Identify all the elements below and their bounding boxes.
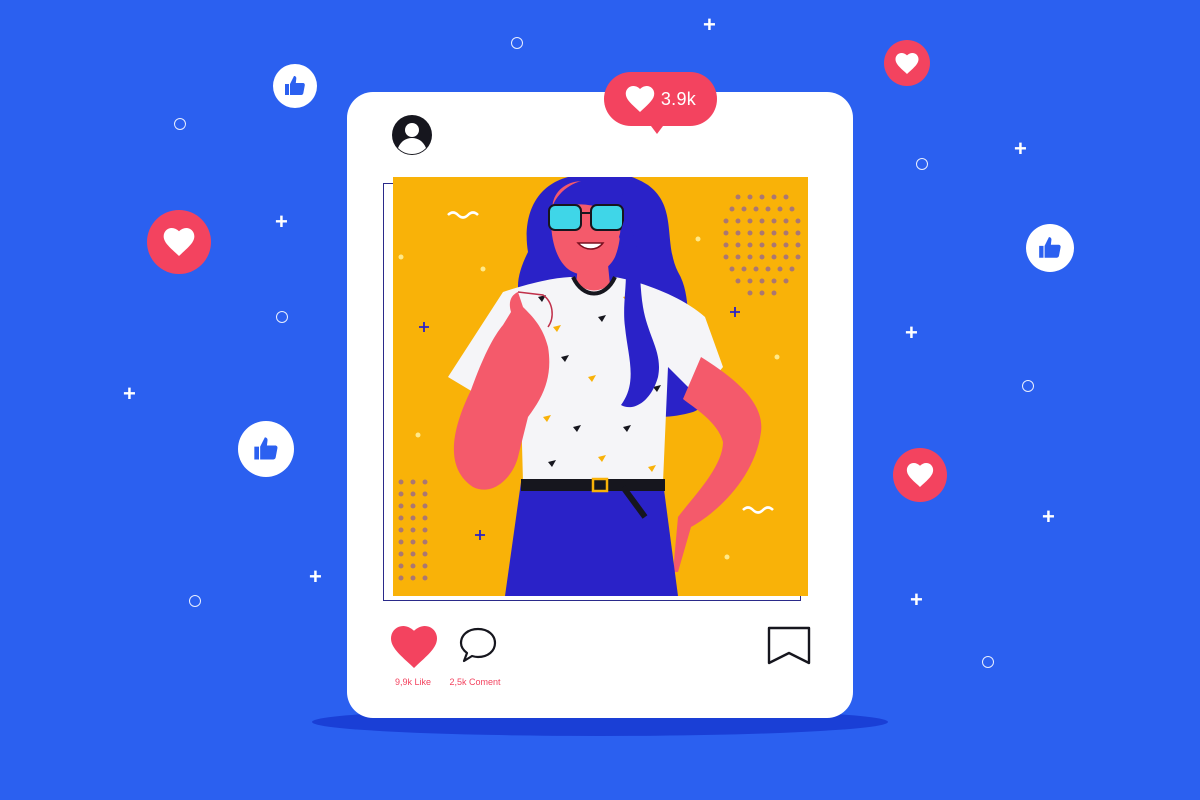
heart-badge xyxy=(147,210,211,274)
speech-bubble-icon xyxy=(459,627,497,663)
thumbs-up-icon xyxy=(1039,237,1061,258)
decor-plus: + xyxy=(1042,504,1055,529)
user-avatar-icon[interactable] xyxy=(391,114,433,156)
thumbs-up-icon xyxy=(285,76,305,95)
like-notification-bubble: 3.9k xyxy=(604,72,717,126)
comment-count-label: 2,5k Coment xyxy=(449,677,501,687)
decor-ring xyxy=(276,311,288,323)
post-photo[interactable] xyxy=(393,177,808,596)
like-button[interactable] xyxy=(390,626,438,668)
woman-illustration xyxy=(398,177,801,596)
decor-plus: + xyxy=(123,381,136,406)
bookmark-icon xyxy=(767,626,811,665)
heart-icon xyxy=(906,463,934,487)
comment-button[interactable] xyxy=(458,625,498,665)
decor-plus: + xyxy=(1014,136,1027,161)
decor-ring xyxy=(982,656,994,668)
decor-ring xyxy=(916,158,928,170)
heart-icon xyxy=(625,86,655,112)
decor-ring xyxy=(1022,380,1034,392)
heart-icon xyxy=(163,228,195,256)
thumbs-up-icon xyxy=(254,437,278,460)
heart-badge xyxy=(884,40,930,86)
decor-ring xyxy=(174,118,186,130)
thumbs-up-badge xyxy=(238,421,294,477)
decor-ring xyxy=(511,37,523,49)
decor-plus: + xyxy=(275,209,288,234)
decor-ring xyxy=(189,595,201,607)
heart-icon xyxy=(895,52,919,74)
heart-icon xyxy=(391,626,437,668)
decor-plus: + xyxy=(309,564,322,589)
thumbs-up-badge xyxy=(1026,224,1074,272)
decor-plus: + xyxy=(703,12,716,37)
thumbs-up-badge xyxy=(273,64,317,108)
like-notification-count: 3.9k xyxy=(660,88,697,109)
heart-badge xyxy=(893,448,947,502)
save-button[interactable] xyxy=(767,626,811,666)
like-bubble-tail xyxy=(648,122,666,134)
decor-plus: + xyxy=(905,320,918,345)
decor-plus: + xyxy=(910,587,923,612)
